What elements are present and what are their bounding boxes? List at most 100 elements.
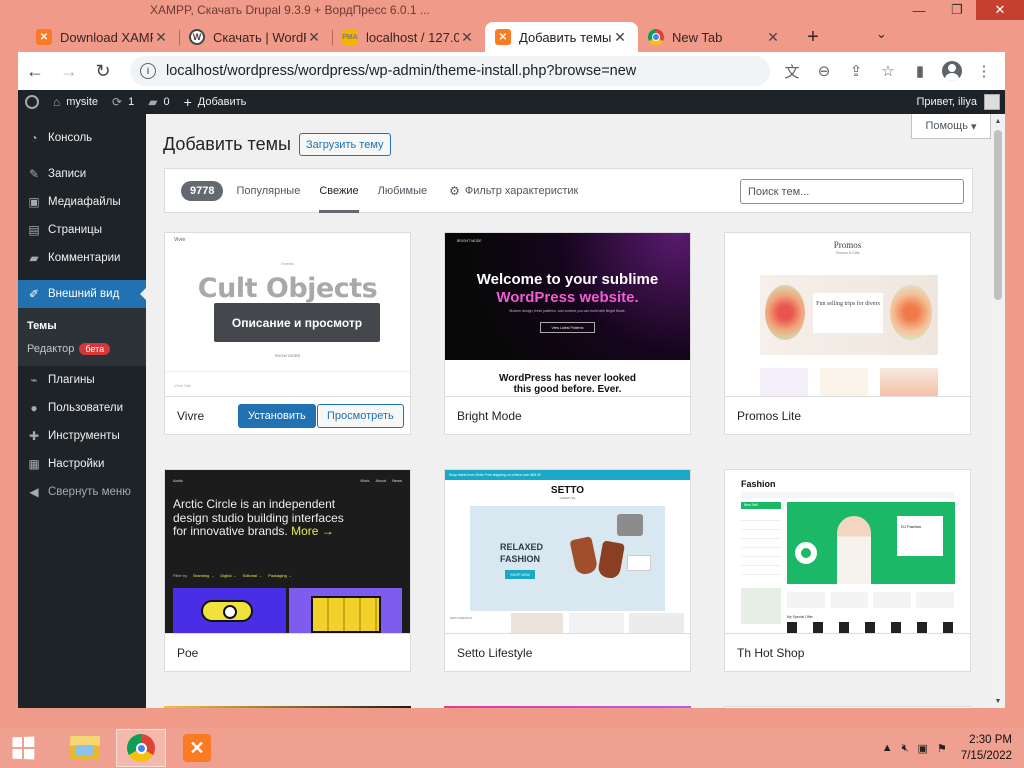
theme-card-setto-lifestyle[interactable]: Shop latest from Setto Free shipping on …: [444, 469, 691, 672]
menu-media[interactable]: ▣ Медиафайлы: [18, 188, 146, 216]
action-center-flag-icon[interactable]: ⚑: [937, 742, 947, 755]
blocks-art: [311, 596, 381, 633]
translate-icon[interactable]: 文: [776, 55, 808, 87]
theme-card-promos-lite[interactable]: Promos Flowers & Gifts Fun selling trips…: [724, 232, 971, 435]
reload-button[interactable]: ↻: [86, 54, 120, 88]
category-list: [741, 512, 781, 582]
taskbar-file-explorer[interactable]: [60, 729, 110, 767]
comment-icon: ▰: [148, 95, 158, 109]
filter-favorites[interactable]: Любимые: [378, 168, 428, 213]
promo-title: DJ Fashion: [901, 524, 922, 529]
add-new-menu[interactable]: + Добавить: [177, 90, 254, 114]
side-panel-icon[interactable]: ▮: [904, 55, 936, 87]
theme-screenshot[interactable]: BRIGHT MODE Welcome to your sublime Word…: [445, 233, 690, 396]
scroll-thumb[interactable]: [994, 130, 1002, 300]
theme-card-partial[interactable]: [164, 706, 411, 708]
theme-screenshot[interactable]: Shop latest from Setto Free shipping on …: [445, 470, 690, 633]
new-tab-button[interactable]: +: [795, 22, 831, 52]
collapse-menu-button[interactable]: ◀ Свернуть меню: [18, 478, 146, 506]
tab-label: New Tab: [672, 29, 723, 45]
taskbar-xampp[interactable]: ✕: [172, 729, 222, 767]
scroll-down-arrow-icon[interactable]: ▼: [991, 694, 1005, 708]
submenu-themes[interactable]: Темы: [18, 314, 146, 337]
scroll-up-arrow-icon[interactable]: ▲: [991, 114, 1005, 128]
volume-muted-icon[interactable]: 🔇︎: [902, 742, 909, 755]
close-tab-icon[interactable]: ✕: [612, 29, 628, 46]
tab-download-xampp[interactable]: ✕ Download XAMPP ✕: [26, 22, 179, 52]
comments-link[interactable]: ▰ 0: [141, 90, 176, 114]
taskbar-clock[interactable]: 2:30 PM 7/15/2022: [961, 732, 1012, 764]
theme-card-vivre[interactable]: Vivre Events Cult Objects SHOW MORE Vivr…: [164, 232, 411, 435]
menu-posts[interactable]: ✎ Записи: [18, 160, 146, 188]
preview-button[interactable]: Просмотреть: [317, 404, 404, 428]
menu-settings[interactable]: ▦ Настройки: [18, 450, 146, 478]
plus-icon: +: [183, 94, 192, 110]
theme-card-partial[interactable]: [724, 706, 971, 708]
close-window-button[interactable]: ✕: [976, 0, 1024, 20]
menu-tools[interactable]: ✚ Инструменты: [18, 422, 146, 450]
forward-button[interactable]: →: [52, 54, 86, 88]
close-tab-icon[interactable]: ✕: [153, 29, 169, 46]
product-thumb: [511, 613, 563, 633]
bookmark-star-icon[interactable]: ☆: [872, 55, 904, 87]
filter-latest[interactable]: Свежие: [319, 168, 359, 213]
install-button[interactable]: Установить: [238, 404, 316, 428]
close-tab-icon[interactable]: ✕: [459, 29, 475, 46]
zoom-icon[interactable]: ⊖: [808, 55, 840, 87]
theme-card-th-hot-shop[interactable]: Fashion Best Sell DJ Fashion My Special …: [724, 469, 971, 672]
theme-card-partial[interactable]: [444, 706, 691, 708]
phpmyadmin-icon: PMA: [342, 29, 358, 45]
tab-add-themes[interactable]: ✕ Добавить темы ✕: [485, 22, 638, 52]
address-bar[interactable]: i localhost/wordpress/wordpress/wp-admin…: [130, 56, 770, 86]
menu-dashboard[interactable]: ◔ Консоль: [18, 124, 146, 152]
site-name-link[interactable]: ⌂ mysite: [46, 90, 105, 114]
collapse-arrow-icon: ◀: [29, 485, 39, 499]
menu-users[interactable]: ● Пользователи: [18, 394, 146, 422]
tab-new-tab[interactable]: New Tab ✕: [638, 22, 791, 52]
theme-screenshot[interactable]: Fashion Best Sell DJ Fashion My Special …: [725, 470, 970, 633]
show-hidden-icons-arrow-icon[interactable]: ▲: [882, 742, 893, 754]
menu-pages[interactable]: ▤ Страницы: [18, 216, 146, 244]
help-tab-button[interactable]: Помощь ▾: [911, 114, 991, 139]
theme-footer: Th Hot Shop: [725, 633, 970, 671]
theme-screenshot[interactable]: Arctic Work About News Arctic Circle is …: [165, 470, 410, 633]
close-tab-icon[interactable]: ✕: [306, 29, 322, 46]
tab-phpmyadmin[interactable]: PMA localhost / 127.0.0.1 ✕: [332, 22, 485, 52]
theme-shot-label: NEW ARRIVALS: [450, 616, 473, 620]
back-button[interactable]: ←: [18, 54, 52, 88]
upload-theme-button[interactable]: Загрузить тему: [299, 133, 391, 156]
filter-popular[interactable]: Популярные: [236, 168, 300, 213]
minimize-button[interactable]: —: [900, 0, 938, 20]
tab-wordpress-download[interactable]: W Скачать | WordPress ✕: [179, 22, 332, 52]
menu-comments[interactable]: ▰ Комментарии: [18, 244, 146, 272]
kebab-menu-icon[interactable]: ⋮: [968, 55, 1000, 87]
theme-card-bright-mode[interactable]: BRIGHT MODE Welcome to your sublime Word…: [444, 232, 691, 435]
tab-search-dropdown-icon[interactable]: ⌄: [876, 26, 887, 42]
theme-card-poe[interactable]: Arctic Work About News Arctic Circle is …: [164, 469, 411, 672]
site-info-icon[interactable]: i: [140, 63, 156, 79]
wp-logo-menu[interactable]: [18, 90, 46, 114]
close-tab-icon[interactable]: ✕: [765, 29, 781, 46]
start-button[interactable]: [0, 728, 46, 768]
maximize-button[interactable]: ❐: [938, 0, 976, 20]
sneaker-image: [627, 555, 651, 571]
menu-plugins[interactable]: ⌁ Плагины: [18, 366, 146, 394]
updates-link[interactable]: ⟳ 1: [105, 90, 141, 114]
submenu-editor[interactable]: Редактор бета: [18, 337, 146, 360]
feature-filter-button[interactable]: ⚙ Фильтр характеристик: [449, 184, 578, 198]
profile-avatar[interactable]: [936, 55, 968, 87]
search-themes-input[interactable]: [740, 179, 964, 204]
network-icon[interactable]: ▣: [918, 742, 928, 755]
page-scrollbar[interactable]: ▲ ▼: [991, 114, 1005, 708]
details-preview-overlay[interactable]: Описание и просмотр: [214, 303, 380, 342]
theme-screenshot[interactable]: Vivre Events Cult Objects SHOW MORE Vivr…: [165, 233, 410, 396]
share-icon[interactable]: ⇪: [840, 55, 872, 87]
theme-shot-filters: Filter by Branding → Digital → Editorial…: [173, 573, 292, 578]
side-product: [741, 588, 781, 624]
theme-screenshot[interactable]: Promos Flowers & Gifts Fun selling trips…: [725, 233, 970, 396]
menu-label: Консоль: [48, 132, 93, 144]
taskbar-chrome[interactable]: [116, 729, 166, 767]
my-account-menu[interactable]: Привет, iliya: [916, 94, 1005, 110]
comments-count: 0: [163, 96, 170, 108]
menu-appearance[interactable]: ✐ Внешний вид: [18, 280, 146, 308]
